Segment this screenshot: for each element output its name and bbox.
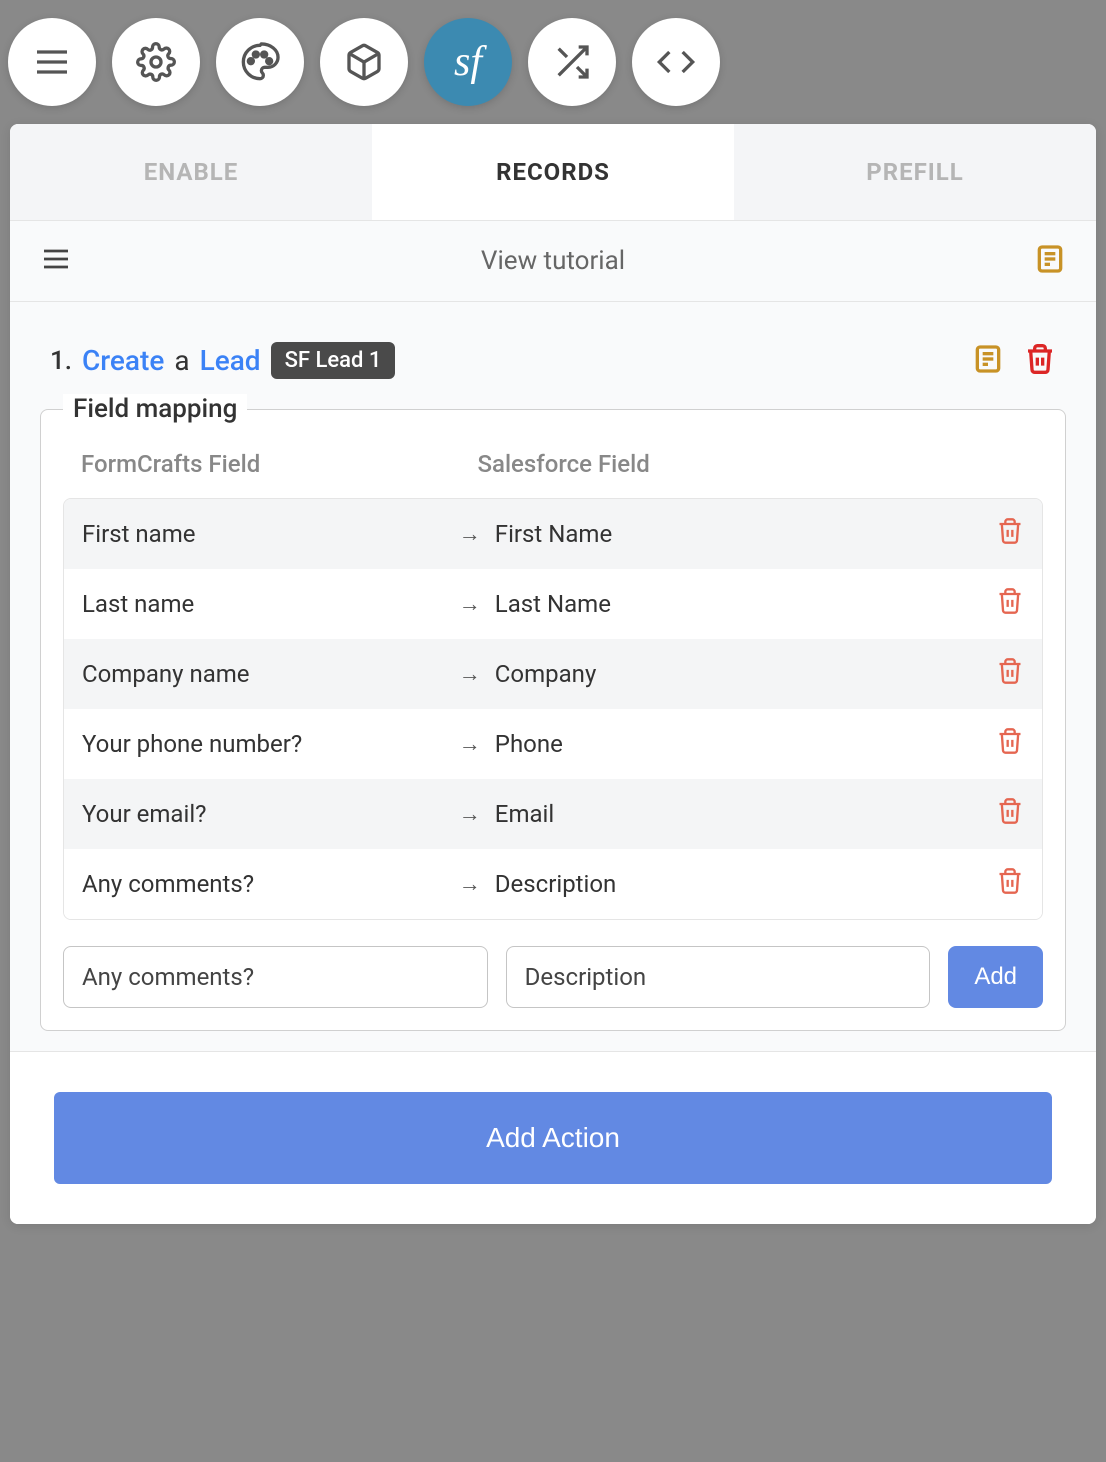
package-button[interactable]: [320, 18, 408, 106]
map-to-value: First Name: [495, 520, 996, 548]
notes-icon: [972, 343, 1004, 375]
map-to-value: Company: [495, 660, 996, 688]
map-from-value: First name: [82, 520, 459, 548]
add-mapping-row: Any comments? Description Add: [63, 946, 1043, 1008]
map-from-value: Your email?: [82, 800, 459, 828]
footer: Add Action: [10, 1051, 1096, 1224]
hamburger-icon: [40, 243, 72, 275]
view-tutorial-link[interactable]: View tutorial: [72, 246, 1034, 276]
subheader: View tutorial: [10, 221, 1096, 302]
to-field-select[interactable]: Description: [506, 946, 931, 1008]
mapping-row: Company name→Company: [64, 639, 1042, 709]
map-to-value: Phone: [495, 730, 996, 758]
arrow-icon: →: [459, 661, 495, 687]
delete-mapping-button[interactable]: [996, 517, 1024, 551]
tutorial-notes-button[interactable]: [1034, 243, 1066, 279]
mapping-row: First name→First Name: [64, 499, 1042, 569]
arrow-icon: →: [459, 731, 495, 757]
delete-mapping-button[interactable]: [996, 727, 1024, 761]
arrow-icon: →: [459, 521, 495, 547]
action-delete-button[interactable]: [1024, 343, 1056, 379]
add-mapping-button[interactable]: Add: [948, 946, 1043, 1008]
map-from-value: Company name: [82, 660, 459, 688]
box-icon: [344, 42, 384, 82]
add-action-button[interactable]: Add Action: [54, 1092, 1052, 1184]
action-object[interactable]: Lead: [200, 344, 261, 377]
content-area: 1. Create a Lead SF Lead 1 Field mapping…: [10, 302, 1096, 1051]
tab-records[interactable]: RECORDS: [372, 124, 734, 220]
map-from-value: Any comments?: [82, 870, 459, 898]
mapping-row: Your phone number?→Phone: [64, 709, 1042, 779]
delete-mapping-button[interactable]: [996, 657, 1024, 691]
code-icon: [656, 42, 696, 82]
action-badge: SF Lead 1: [271, 342, 396, 379]
settings-button[interactable]: [112, 18, 200, 106]
map-to-value: Description: [495, 870, 996, 898]
palette-button[interactable]: [216, 18, 304, 106]
trash-icon: [996, 517, 1024, 545]
main-panel: ENABLE RECORDS PREFILL View tutorial 1. …: [10, 124, 1096, 1224]
column-header-from: FormCrafts Field: [81, 450, 477, 478]
trash-icon: [996, 797, 1024, 825]
mapping-row: Any comments?→Description: [64, 849, 1042, 919]
tab-enable[interactable]: ENABLE: [10, 124, 372, 220]
trash-icon: [996, 867, 1024, 895]
column-header-to: Salesforce Field: [477, 450, 1025, 478]
menu-button[interactable]: [8, 18, 96, 106]
shuffle-icon: [552, 42, 592, 82]
map-to-value: Email: [495, 800, 996, 828]
action-number: 1.: [50, 346, 72, 376]
sf-icon: sf: [454, 38, 482, 86]
delete-mapping-button[interactable]: [996, 587, 1024, 621]
mapping-table: First name→First NameLast name→Last Name…: [63, 498, 1043, 920]
arrow-icon: →: [459, 591, 495, 617]
notes-icon: [1034, 243, 1066, 275]
trash-icon: [996, 657, 1024, 685]
tabs: ENABLE RECORDS PREFILL: [10, 124, 1096, 221]
action-header: 1. Create a Lead SF Lead 1: [40, 342, 1066, 379]
arrow-icon: →: [459, 801, 495, 827]
trash-icon: [1024, 343, 1056, 375]
map-from-value: Your phone number?: [82, 730, 459, 758]
mapping-row: Your email?→Email: [64, 779, 1042, 849]
code-button[interactable]: [632, 18, 720, 106]
field-mapping-fieldset: Field mapping FormCrafts Field Salesforc…: [40, 409, 1066, 1031]
mapping-row: Last name→Last Name: [64, 569, 1042, 639]
delete-mapping-button[interactable]: [996, 797, 1024, 831]
trash-icon: [996, 587, 1024, 615]
salesforce-button[interactable]: sf: [424, 18, 512, 106]
delete-mapping-button[interactable]: [996, 867, 1024, 901]
shuffle-button[interactable]: [528, 18, 616, 106]
trash-icon: [996, 727, 1024, 755]
fieldset-legend: Field mapping: [63, 394, 247, 424]
from-field-select[interactable]: Any comments?: [63, 946, 488, 1008]
gear-icon: [136, 42, 176, 82]
tab-prefill[interactable]: PREFILL: [734, 124, 1096, 220]
palette-icon: [240, 42, 280, 82]
arrow-icon: →: [459, 871, 495, 897]
map-from-value: Last name: [82, 590, 459, 618]
map-to-value: Last Name: [495, 590, 996, 618]
action-verb[interactable]: Create: [82, 344, 164, 377]
action-conjunction: a: [174, 344, 189, 377]
subheader-menu[interactable]: [40, 243, 72, 279]
action-notes-button[interactable]: [972, 343, 1004, 379]
hamburger-icon: [32, 42, 72, 82]
